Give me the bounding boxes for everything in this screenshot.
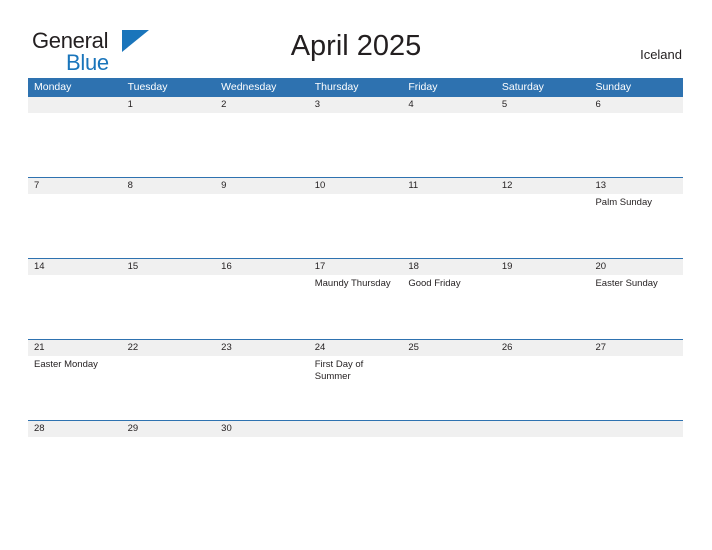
date-number[interactable]: 21 xyxy=(28,340,122,356)
day-event[interactable]: Palm Sunday xyxy=(589,194,683,258)
day-event[interactable] xyxy=(309,194,403,258)
date-number[interactable]: 23 xyxy=(215,340,309,356)
day-event[interactable] xyxy=(589,113,683,177)
date-number[interactable]: 12 xyxy=(496,178,590,194)
day-event[interactable] xyxy=(496,194,590,258)
weekday-sunday: Sunday xyxy=(595,81,632,93)
date-number[interactable] xyxy=(402,421,496,437)
date-number[interactable]: 4 xyxy=(402,97,496,113)
date-number[interactable]: 29 xyxy=(122,421,216,437)
day-event[interactable] xyxy=(496,113,590,177)
weekday-thursday: Thursday xyxy=(314,81,359,93)
date-number[interactable]: 3 xyxy=(309,97,403,113)
day-event[interactable] xyxy=(215,356,309,420)
date-number[interactable]: 19 xyxy=(496,259,590,275)
event-band: Easter Monday First Day of Summer xyxy=(28,356,683,420)
country-label: Iceland xyxy=(640,47,682,62)
date-number[interactable]: 15 xyxy=(122,259,216,275)
date-number[interactable]: 14 xyxy=(28,259,122,275)
date-number[interactable]: 5 xyxy=(496,97,590,113)
day-event[interactable] xyxy=(122,113,216,177)
date-number[interactable]: 9 xyxy=(215,178,309,194)
day-event[interactable] xyxy=(402,356,496,420)
day-event[interactable] xyxy=(122,194,216,258)
day-event[interactable] xyxy=(309,437,403,501)
day-event[interactable]: Maundy Thursday xyxy=(309,275,403,339)
day-event[interactable] xyxy=(309,113,403,177)
weekday-tuesday: Tuesday xyxy=(127,81,168,93)
day-event[interactable] xyxy=(215,113,309,177)
day-event[interactable] xyxy=(496,356,590,420)
date-number[interactable]: 16 xyxy=(215,259,309,275)
date-number[interactable]: 20 xyxy=(589,259,683,275)
event-band xyxy=(28,113,683,177)
date-number[interactable]: 17 xyxy=(309,259,403,275)
day-event[interactable] xyxy=(28,275,122,339)
calendar-week-row: 1 2 3 4 5 6 xyxy=(28,96,683,177)
date-number[interactable]: 22 xyxy=(122,340,216,356)
date-number[interactable]: 10 xyxy=(309,178,403,194)
day-event[interactable] xyxy=(28,113,122,177)
date-number[interactable] xyxy=(309,421,403,437)
date-number[interactable]: 30 xyxy=(215,421,309,437)
day-event[interactable]: Good Friday xyxy=(402,275,496,339)
date-number[interactable]: 28 xyxy=(28,421,122,437)
day-event[interactable] xyxy=(122,356,216,420)
day-event[interactable] xyxy=(496,275,590,339)
day-event[interactable] xyxy=(28,194,122,258)
date-number[interactable]: 26 xyxy=(496,340,590,356)
day-event[interactable] xyxy=(402,194,496,258)
date-number-band: 21 22 23 24 25 26 27 xyxy=(28,339,683,356)
date-number[interactable]: 6 xyxy=(589,97,683,113)
day-event[interactable]: Easter Sunday xyxy=(589,275,683,339)
weekday-friday: Friday xyxy=(408,81,438,93)
day-event[interactable] xyxy=(589,437,683,501)
calendar-grid: Monday Tuesday Wednesday Thursday Friday… xyxy=(28,78,683,501)
calendar-week-row: 14 15 16 17 18 19 20 Maundy Thursday Goo… xyxy=(28,258,683,339)
date-number-band: 14 15 16 17 18 19 20 xyxy=(28,258,683,275)
page-title: April 2025 xyxy=(290,30,422,62)
date-number[interactable] xyxy=(589,421,683,437)
day-event[interactable]: Easter Monday xyxy=(28,356,122,420)
date-number[interactable]: 7 xyxy=(28,178,122,194)
weekday-monday: Monday xyxy=(34,81,72,93)
date-number[interactable]: 18 xyxy=(402,259,496,275)
date-number[interactable]: 2 xyxy=(215,97,309,113)
date-number-band: 7 8 9 10 11 12 13 xyxy=(28,177,683,194)
date-number[interactable]: 24 xyxy=(309,340,403,356)
calendar-week-row: 28 29 30 xyxy=(28,420,683,501)
day-event[interactable] xyxy=(122,437,216,501)
day-event[interactable] xyxy=(215,437,309,501)
date-number[interactable] xyxy=(496,421,590,437)
weekday-wednesday: Wednesday xyxy=(221,81,277,93)
date-number-band: 1 2 3 4 5 6 xyxy=(28,96,683,113)
day-event[interactable] xyxy=(215,275,309,339)
day-event[interactable] xyxy=(402,437,496,501)
day-event[interactable] xyxy=(28,437,122,501)
date-number[interactable]: 8 xyxy=(122,178,216,194)
date-number[interactable]: 13 xyxy=(589,178,683,194)
date-number-band: 28 29 30 xyxy=(28,420,683,437)
event-band: Palm Sunday xyxy=(28,194,683,258)
page-header: General Blue April 2025 Iceland xyxy=(0,0,712,78)
day-event[interactable] xyxy=(589,356,683,420)
day-event[interactable]: First Day of Summer xyxy=(309,356,403,420)
calendar-week-row: 21 22 23 24 25 26 27 Easter Monday First… xyxy=(28,339,683,420)
date-number[interactable]: 11 xyxy=(402,178,496,194)
day-event[interactable] xyxy=(402,113,496,177)
weekday-header-row: Monday Tuesday Wednesday Thursday Friday… xyxy=(28,78,683,96)
date-number[interactable]: 27 xyxy=(589,340,683,356)
weekday-saturday: Saturday xyxy=(501,81,544,93)
day-event[interactable] xyxy=(215,194,309,258)
calendar-week-row: 7 8 9 10 11 12 13 Palm Sunday xyxy=(28,177,683,258)
date-number[interactable] xyxy=(28,97,122,113)
day-event[interactable] xyxy=(122,275,216,339)
date-number[interactable]: 25 xyxy=(402,340,496,356)
date-number[interactable]: 1 xyxy=(122,97,216,113)
event-band xyxy=(28,437,683,501)
event-band: Maundy Thursday Good Friday Easter Sunda… xyxy=(28,275,683,339)
day-event[interactable] xyxy=(496,437,590,501)
